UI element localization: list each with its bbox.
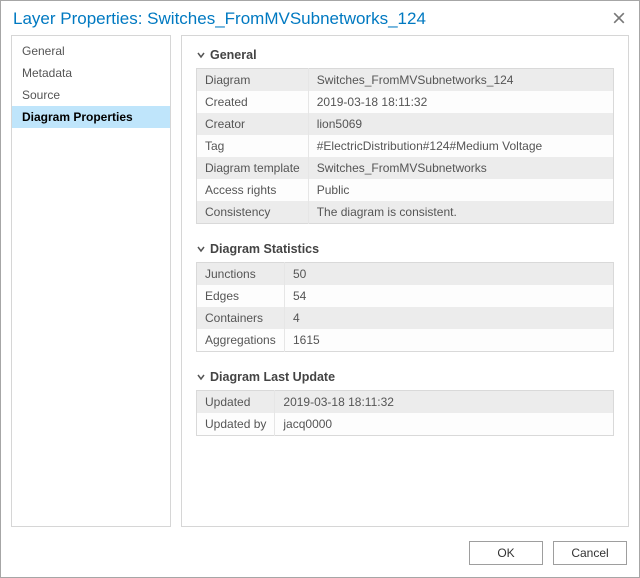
- property-key: Diagram: [197, 69, 309, 92]
- section-title: General: [210, 48, 257, 62]
- cancel-button[interactable]: Cancel: [553, 541, 627, 565]
- property-key: Tag: [197, 135, 309, 157]
- property-value: 4: [285, 307, 614, 329]
- property-value: The diagram is consistent.: [308, 201, 613, 224]
- dialog-body: GeneralMetadataSourceDiagram Properties …: [1, 35, 639, 533]
- sidebar-item[interactable]: Diagram Properties: [12, 106, 170, 128]
- table-row: DiagramSwitches_FromMVSubnetworks_124: [197, 69, 614, 92]
- table-row: Tag#ElectricDistribution#124#Medium Volt…: [197, 135, 614, 157]
- table-row: Edges54: [197, 285, 614, 307]
- property-value: #ElectricDistribution#124#Medium Voltage: [308, 135, 613, 157]
- table-row: Created2019-03-18 18:11:32: [197, 91, 614, 113]
- chevron-down-icon: [196, 372, 206, 382]
- property-key: Updated: [197, 391, 275, 414]
- table-row: Access rightsPublic: [197, 179, 614, 201]
- section-title: Diagram Last Update: [210, 370, 335, 384]
- dialog-window: Layer Properties: Switches_FromMVSubnetw…: [0, 0, 640, 578]
- property-key: Created: [197, 91, 309, 113]
- section-header[interactable]: General: [196, 48, 614, 62]
- property-value: 2019-03-18 18:11:32: [308, 91, 613, 113]
- section: GeneralDiagramSwitches_FromMVSubnetworks…: [196, 48, 614, 224]
- sidebar-item[interactable]: Metadata: [12, 62, 170, 84]
- table-row: Containers4: [197, 307, 614, 329]
- dialog-title: Layer Properties: Switches_FromMVSubnetw…: [13, 9, 426, 29]
- section: Diagram Last Update Updated2019-03-18 18:…: [196, 370, 614, 436]
- property-key: Access rights: [197, 179, 309, 201]
- property-value: lion5069: [308, 113, 613, 135]
- properties-table: Junctions50Edges54Containers4Aggregation…: [196, 262, 614, 352]
- titlebar: Layer Properties: Switches_FromMVSubnetw…: [1, 1, 639, 35]
- table-row: Updated2019-03-18 18:11:32: [197, 391, 614, 414]
- property-value: 2019-03-18 18:11:32: [275, 391, 614, 414]
- properties-table: DiagramSwitches_FromMVSubnetworks_124Cre…: [196, 68, 614, 224]
- table-row: Junctions50: [197, 263, 614, 286]
- property-value: Switches_FromMVSubnetworks_124: [308, 69, 613, 92]
- table-row: Creatorlion5069: [197, 113, 614, 135]
- property-key: Aggregations: [197, 329, 285, 352]
- section: Diagram Statistics Junctions50Edges54Cont…: [196, 242, 614, 352]
- close-icon: [613, 12, 625, 24]
- dialog-footer: OK Cancel: [1, 533, 639, 577]
- section-header[interactable]: Diagram Last Update: [196, 370, 614, 384]
- property-key: Consistency: [197, 201, 309, 224]
- property-key: Junctions: [197, 263, 285, 286]
- property-key: Containers: [197, 307, 285, 329]
- content-pane: GeneralDiagramSwitches_FromMVSubnetworks…: [181, 35, 629, 527]
- sidebar-item[interactable]: Source: [12, 84, 170, 106]
- section-header[interactable]: Diagram Statistics: [196, 242, 614, 256]
- table-row: Updated byjacq0000: [197, 413, 614, 436]
- chevron-down-icon: [196, 50, 206, 60]
- property-key: Creator: [197, 113, 309, 135]
- property-value: 50: [285, 263, 614, 286]
- close-button[interactable]: [613, 12, 627, 26]
- table-row: ConsistencyThe diagram is consistent.: [197, 201, 614, 224]
- table-row: Aggregations1615: [197, 329, 614, 352]
- property-key: Updated by: [197, 413, 275, 436]
- table-row: Diagram templateSwitches_FromMVSubnetwor…: [197, 157, 614, 179]
- property-key: Edges: [197, 285, 285, 307]
- property-value: jacq0000: [275, 413, 614, 436]
- property-value: Public: [308, 179, 613, 201]
- property-key: Diagram template: [197, 157, 309, 179]
- sidebar-item[interactable]: General: [12, 40, 170, 62]
- sidebar: GeneralMetadataSourceDiagram Properties: [11, 35, 171, 527]
- property-value: 1615: [285, 329, 614, 352]
- chevron-down-icon: [196, 244, 206, 254]
- section-title: Diagram Statistics: [210, 242, 319, 256]
- property-value: 54: [285, 285, 614, 307]
- ok-button[interactable]: OK: [469, 541, 543, 565]
- properties-table: Updated2019-03-18 18:11:32Updated byjacq…: [196, 390, 614, 436]
- property-value: Switches_FromMVSubnetworks: [308, 157, 613, 179]
